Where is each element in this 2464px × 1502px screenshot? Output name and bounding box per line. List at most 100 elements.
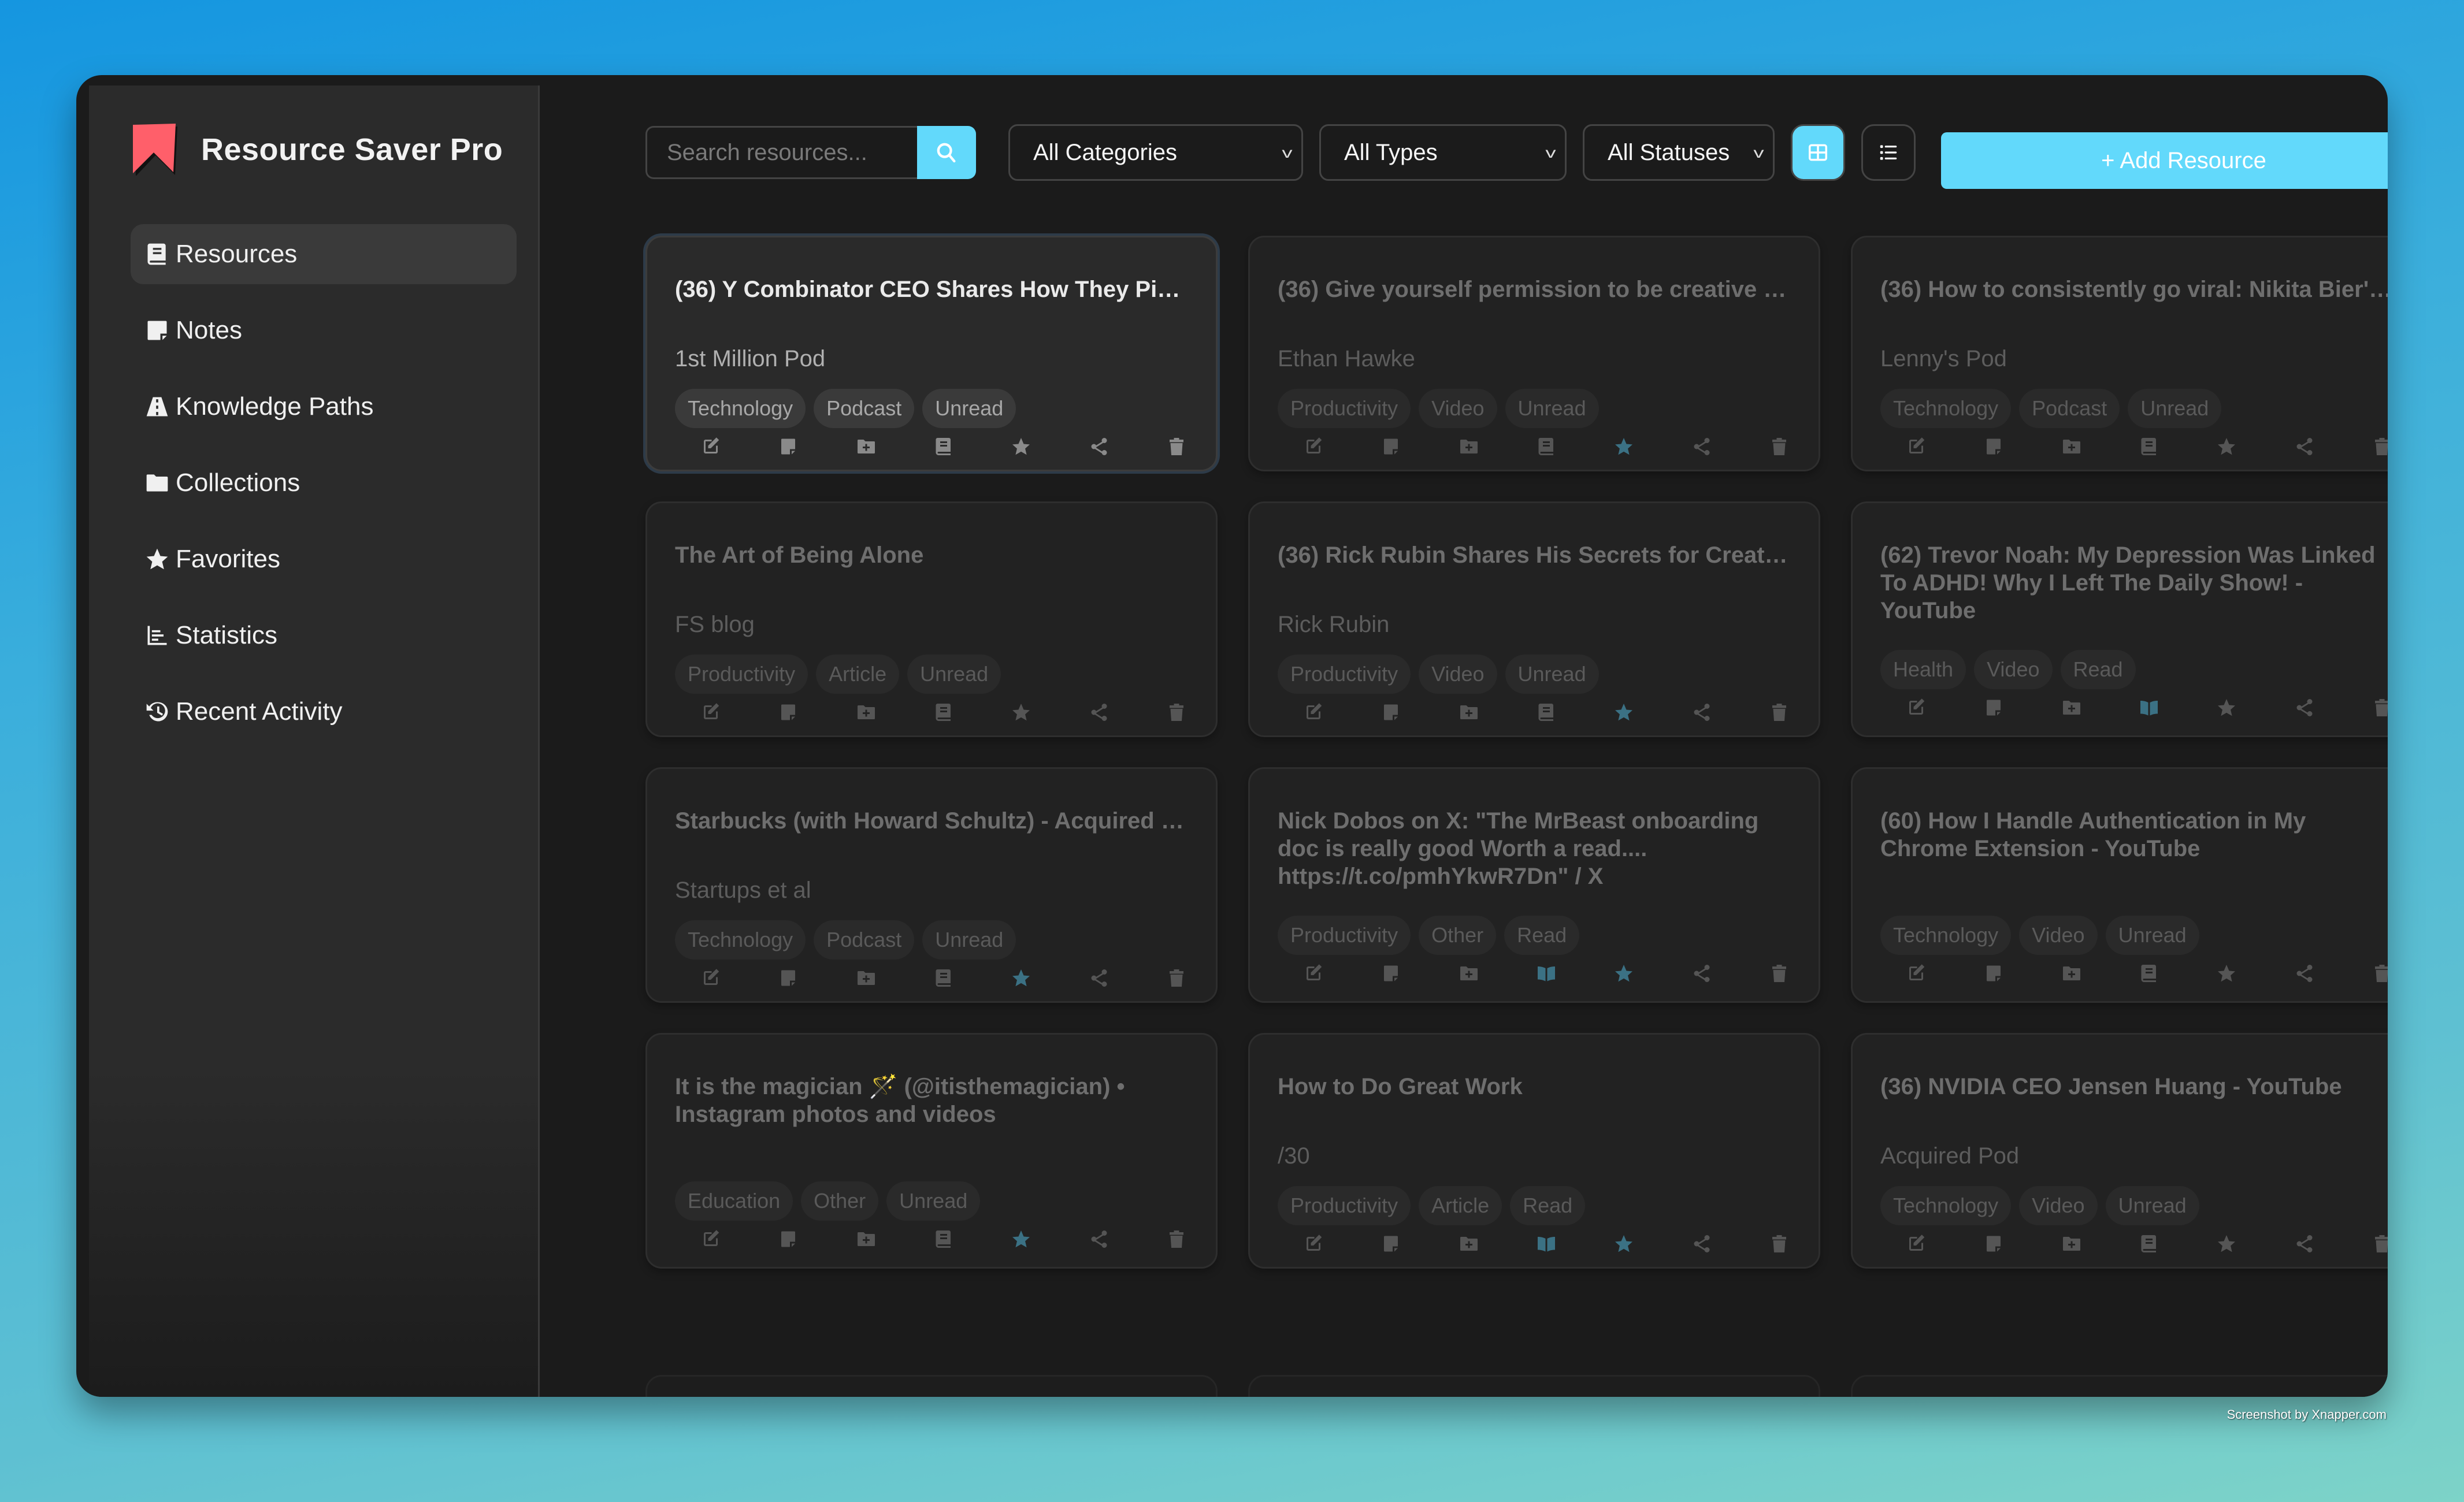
- share-button[interactable]: [1690, 1232, 1713, 1255]
- add-note-button[interactable]: [1379, 1232, 1402, 1255]
- resource-card-partial[interactable]: (36) A Concerto Is a Conversation | An O…: [645, 1375, 1218, 1397]
- mark-read-button[interactable]: [932, 701, 955, 724]
- sidebar-item-recent-activity[interactable]: Recent Activity: [131, 682, 517, 742]
- resource-card[interactable]: (36) Y Combinator CEO Shares How They Pi…: [645, 236, 1218, 471]
- resource-card[interactable]: (36) Give yourself permission to be crea…: [1248, 236, 1820, 471]
- edit-button[interactable]: [699, 966, 722, 990]
- list-view-button[interactable]: [1861, 124, 1916, 181]
- share-button[interactable]: [1088, 1228, 1111, 1251]
- delete-button[interactable]: [1165, 435, 1188, 458]
- mark-read-button[interactable]: [2138, 696, 2161, 719]
- add-to-collection-button[interactable]: [855, 966, 878, 990]
- delete-button[interactable]: [1768, 435, 1791, 458]
- favorite-button[interactable]: [2215, 962, 2238, 985]
- favorite-button[interactable]: [2215, 1232, 2238, 1255]
- favorite-button[interactable]: [1010, 1228, 1033, 1251]
- resource-title[interactable]: The Art of Being Alone: [675, 541, 1188, 569]
- resource-card[interactable]: (60) How I Handle Authentication in My C…: [1851, 767, 2388, 1003]
- add-to-collection-button[interactable]: [855, 701, 878, 724]
- favorite-button[interactable]: [1010, 966, 1033, 990]
- resource-title[interactable]: (36) Rick Rubin Shares His Secrets for C…: [1278, 541, 1791, 569]
- edit-button[interactable]: [699, 1228, 722, 1251]
- add-to-collection-button[interactable]: [1457, 1232, 1480, 1255]
- share-button[interactable]: [1690, 435, 1713, 458]
- delete-button[interactable]: [1165, 701, 1188, 724]
- category-select[interactable]: All Categories v: [1008, 124, 1303, 181]
- share-button[interactable]: [1088, 435, 1111, 458]
- mark-read-button[interactable]: [1535, 1232, 1558, 1255]
- edit-button[interactable]: [699, 701, 722, 724]
- resource-card[interactable]: It is the magician 🪄 (@itisthemagician) …: [645, 1033, 1218, 1269]
- edit-button[interactable]: [1302, 435, 1325, 458]
- edit-button[interactable]: [1905, 962, 1928, 985]
- add-note-button[interactable]: [777, 1228, 800, 1251]
- delete-button[interactable]: [2370, 696, 2388, 719]
- add-note-button[interactable]: [1982, 1232, 2005, 1255]
- favorite-button[interactable]: [1010, 701, 1033, 724]
- share-button[interactable]: [2293, 435, 2316, 458]
- resource-card[interactable]: Starbucks (with Howard Schultz) - Acquir…: [645, 767, 1218, 1003]
- resource-title[interactable]: (60) How I Handle Authentication in My C…: [1880, 807, 2388, 862]
- resource-title[interactable]: Starbucks (with Howard Schultz) - Acquir…: [675, 807, 1188, 835]
- mark-read-button[interactable]: [2138, 1232, 2161, 1255]
- delete-button[interactable]: [1165, 966, 1188, 990]
- edit-button[interactable]: [1905, 696, 1928, 719]
- delete-button[interactable]: [1768, 962, 1791, 985]
- add-to-collection-button[interactable]: [2060, 1232, 2083, 1255]
- sidebar-item-knowledge-paths[interactable]: Knowledge Paths: [131, 377, 517, 437]
- sidebar-item-statistics[interactable]: Statistics: [131, 605, 517, 666]
- add-note-button[interactable]: [1379, 701, 1402, 724]
- edit-button[interactable]: [1302, 701, 1325, 724]
- resource-title[interactable]: (36) NVIDIA CEO Jensen Huang - YouTube: [1880, 1073, 2388, 1101]
- add-to-collection-button[interactable]: [855, 435, 878, 458]
- add-to-collection-button[interactable]: [2060, 696, 2083, 719]
- edit-button[interactable]: [1905, 1232, 1928, 1255]
- edit-button[interactable]: [1302, 1232, 1325, 1255]
- grid-view-button[interactable]: [1791, 124, 1845, 181]
- delete-button[interactable]: [2370, 962, 2388, 985]
- favorite-button[interactable]: [1010, 435, 1033, 458]
- mark-read-button[interactable]: [932, 966, 955, 990]
- edit-button[interactable]: [1905, 435, 1928, 458]
- share-button[interactable]: [2293, 1232, 2316, 1255]
- edit-button[interactable]: [699, 435, 722, 458]
- mark-read-button[interactable]: [1535, 435, 1558, 458]
- add-note-button[interactable]: [777, 966, 800, 990]
- delete-button[interactable]: [2370, 1232, 2388, 1255]
- delete-button[interactable]: [1768, 701, 1791, 724]
- add-to-collection-button[interactable]: [1457, 701, 1480, 724]
- resource-card[interactable]: (36) NVIDIA CEO Jensen Huang - YouTube Ac…: [1851, 1033, 2388, 1269]
- resource-card[interactable]: The Art of Being Alone FS blog Productivit…: [645, 501, 1218, 737]
- add-to-collection-button[interactable]: [1457, 962, 1480, 985]
- delete-button[interactable]: [1768, 1232, 1791, 1255]
- type-select[interactable]: All Types v: [1319, 124, 1567, 181]
- sidebar-item-favorites[interactable]: Favorites: [131, 529, 517, 589]
- resource-title[interactable]: (62) Trevor Noah: My Depression Was Link…: [1880, 541, 2388, 624]
- resource-title[interactable]: It is the magician 🪄 (@itisthemagician) …: [675, 1073, 1188, 1128]
- add-note-button[interactable]: [1982, 962, 2005, 985]
- add-to-collection-button[interactable]: [2060, 962, 2083, 985]
- mark-read-button[interactable]: [2138, 962, 2161, 985]
- add-note-button[interactable]: [1379, 435, 1402, 458]
- favorite-button[interactable]: [2215, 696, 2238, 719]
- resource-card[interactable]: How to Do Great Work/30 Productivity Artic…: [1248, 1033, 1820, 1269]
- resource-card[interactable]: (36) Rick Rubin Shares His Secrets for C…: [1248, 501, 1820, 737]
- mark-read-button[interactable]: [1535, 962, 1558, 985]
- mark-read-button[interactable]: [1535, 701, 1558, 724]
- favorite-button[interactable]: [2215, 435, 2238, 458]
- mark-read-button[interactable]: [932, 435, 955, 458]
- favorite-button[interactable]: [1612, 962, 1635, 985]
- add-to-collection-button[interactable]: [1457, 435, 1480, 458]
- resource-title[interactable]: Nick Dobos on X: "The MrBeast onboarding…: [1278, 807, 1791, 890]
- favorite-button[interactable]: [1612, 435, 1635, 458]
- resource-title[interactable]: (36) Y Combinator CEO Shares How They Pi…: [675, 276, 1188, 303]
- share-button[interactable]: [1088, 966, 1111, 990]
- resource-title[interactable]: (36) Give yourself permission to be crea…: [1278, 276, 1791, 303]
- resource-card[interactable]: (36) How to consistently go viral: Nikit…: [1851, 236, 2388, 471]
- add-note-button[interactable]: [1379, 962, 1402, 985]
- share-button[interactable]: [1690, 962, 1713, 985]
- resource-title[interactable]: (36) How to consistently go viral: Nikit…: [1880, 276, 2388, 303]
- share-button[interactable]: [2293, 962, 2316, 985]
- search-button[interactable]: [917, 126, 976, 179]
- resource-card[interactable]: (62) Trevor Noah: My Depression Was Link…: [1851, 501, 2388, 737]
